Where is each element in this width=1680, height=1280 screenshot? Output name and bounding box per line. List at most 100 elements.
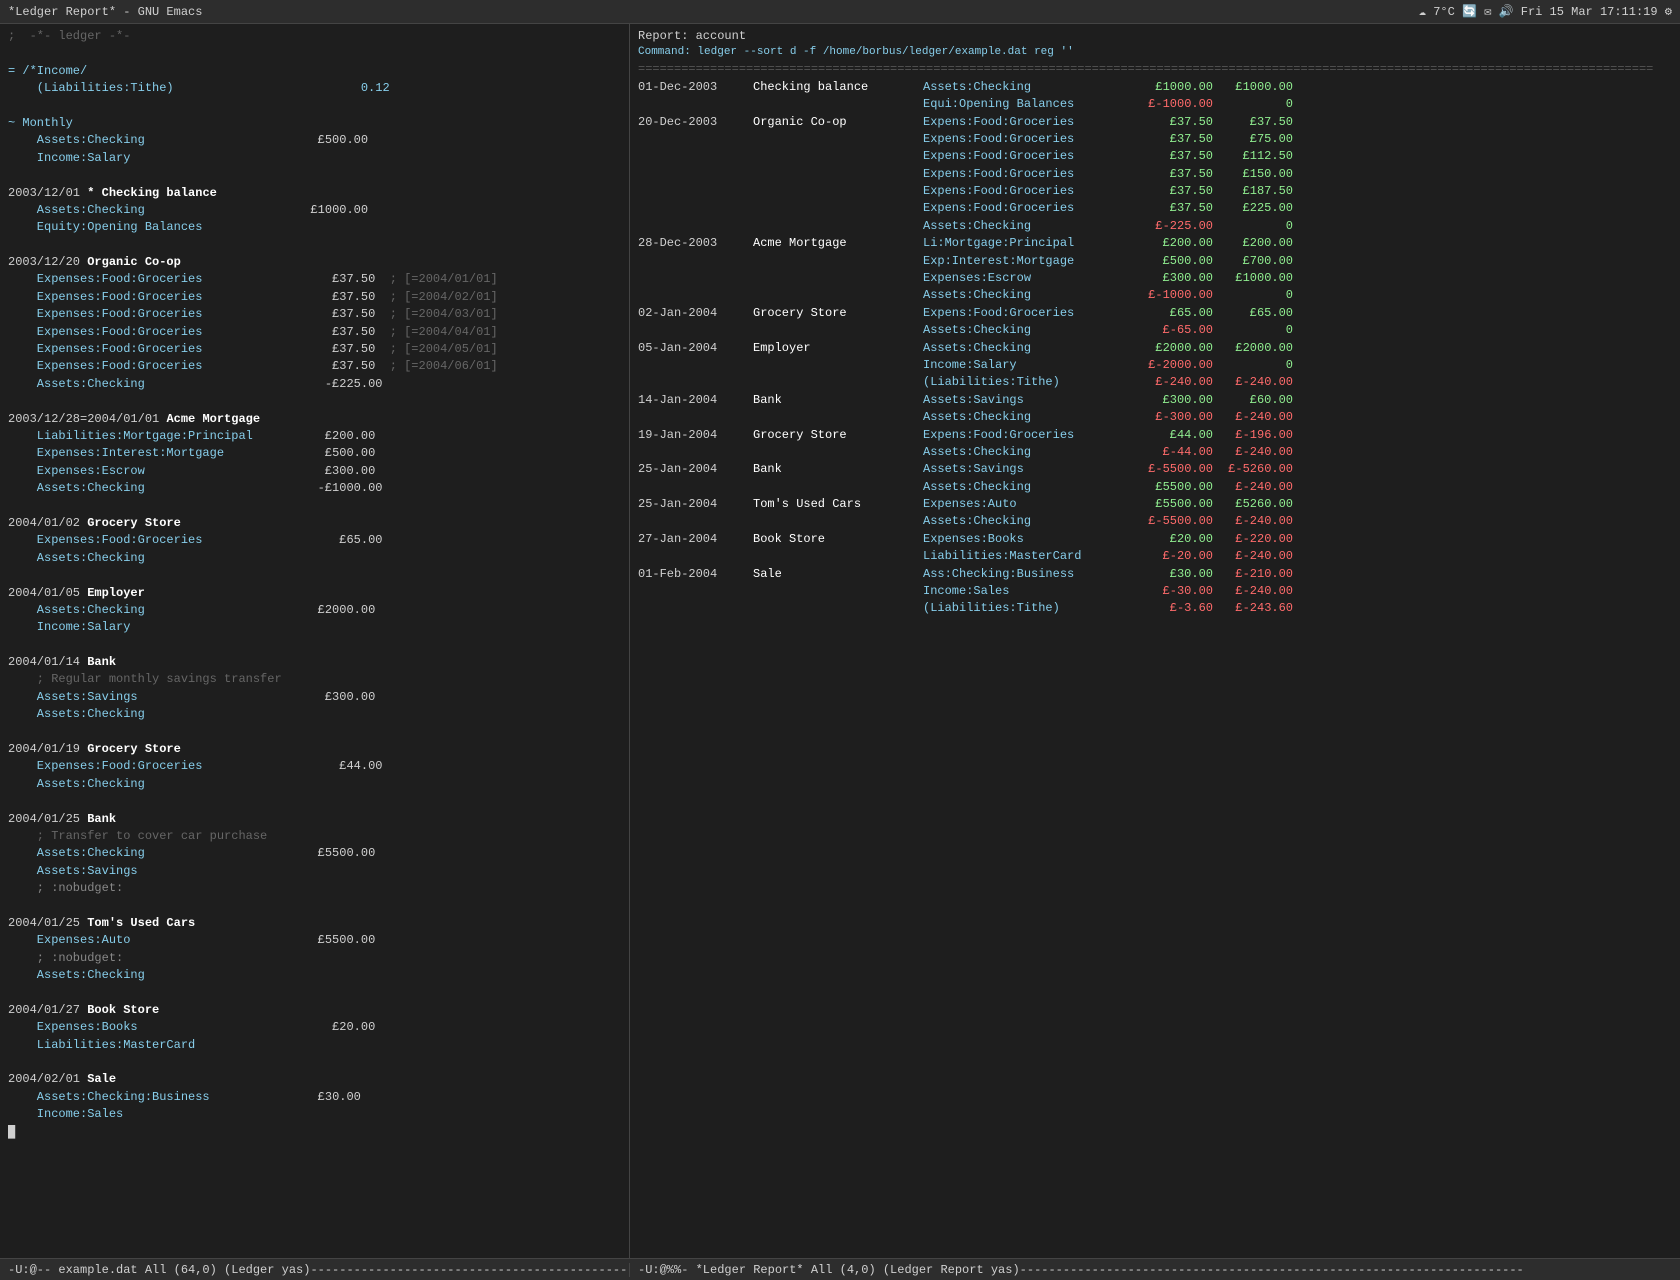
row-running: £700.00 bbox=[1213, 253, 1293, 270]
row-amount: £1000.00 bbox=[1133, 79, 1213, 96]
report-command: Command: ledger --sort d -f /home/borbus… bbox=[638, 45, 1672, 61]
row-date: 19-Jan-2004 bbox=[638, 427, 753, 444]
row-running: £187.50 bbox=[1213, 183, 1293, 200]
row-account: Expens:Food:Groceries bbox=[923, 427, 1133, 444]
row-account: Assets:Checking bbox=[923, 287, 1133, 304]
row-amount: £-5500.00 bbox=[1133, 513, 1213, 530]
window-title: *Ledger Report* - GNU Emacs bbox=[8, 5, 202, 19]
row-desc: Tom's Used Cars bbox=[753, 496, 923, 513]
row-date bbox=[638, 513, 753, 530]
row-account: (Liabilities:Tithe) bbox=[923, 600, 1133, 617]
row-desc bbox=[753, 166, 923, 183]
row-account: Liabilities:MasterCard bbox=[923, 548, 1133, 565]
row-date bbox=[638, 96, 753, 113]
row-date bbox=[638, 322, 753, 339]
row-running: 0 bbox=[1213, 96, 1293, 113]
row-account: Assets:Savings bbox=[923, 461, 1133, 478]
row-desc: Bank bbox=[753, 461, 923, 478]
row-running: 0 bbox=[1213, 218, 1293, 235]
row-running: £2000.00 bbox=[1213, 340, 1293, 357]
row-amount: £30.00 bbox=[1133, 566, 1213, 583]
main-container: ; -*- ledger -*- = /*Income/ (Liabilitie… bbox=[0, 24, 1680, 1258]
row-date bbox=[638, 218, 753, 235]
row-desc bbox=[753, 409, 923, 426]
row-date bbox=[638, 166, 753, 183]
row-account: Assets:Checking bbox=[923, 513, 1133, 530]
row-amount: £65.00 bbox=[1133, 305, 1213, 322]
row-account: Expens:Food:Groceries bbox=[923, 131, 1133, 148]
row-desc: Sale bbox=[753, 566, 923, 583]
row-amount: £-240.00 bbox=[1133, 374, 1213, 391]
row-desc: Checking balance bbox=[753, 79, 923, 96]
report-table: 01-Dec-2003Checking balance Assets:Check… bbox=[638, 79, 1672, 618]
row-amount: £5500.00 bbox=[1133, 496, 1213, 513]
table-row: Assets:Checking£-65.000 bbox=[638, 322, 1672, 339]
row-running: £-240.00 bbox=[1213, 548, 1293, 565]
row-account: Li:Mortgage:Principal bbox=[923, 235, 1133, 252]
row-running: £112.50 bbox=[1213, 148, 1293, 165]
row-running: 0 bbox=[1213, 322, 1293, 339]
row-account: Assets:Savings bbox=[923, 392, 1133, 409]
table-row: 25-Jan-2004Bank Assets:Savings£-5500.00£… bbox=[638, 461, 1672, 478]
row-date: 01-Feb-2004 bbox=[638, 566, 753, 583]
row-date bbox=[638, 270, 753, 287]
row-running: £200.00 bbox=[1213, 235, 1293, 252]
left-pane: ; -*- ledger -*- = /*Income/ (Liabilitie… bbox=[0, 24, 630, 1258]
table-row: Assets:Checking£-44.00£-240.00 bbox=[638, 444, 1672, 461]
row-running: £1000.00 bbox=[1213, 79, 1293, 96]
row-account: (Liabilities:Tithe) bbox=[923, 374, 1133, 391]
row-date: 20-Dec-2003 bbox=[638, 114, 753, 131]
table-row: 14-Jan-2004Bank Assets:Savings£300.00£60… bbox=[638, 392, 1672, 409]
row-account: Income:Sales bbox=[923, 583, 1133, 600]
row-running: £-240.00 bbox=[1213, 479, 1293, 496]
system-tray: ☁ 7°C 🔄 ✉ 🔊 Fri 15 Mar 17:11:19 ⚙ bbox=[1419, 4, 1672, 19]
row-desc bbox=[753, 270, 923, 287]
row-account: Expens:Food:Groceries bbox=[923, 148, 1133, 165]
table-row: Exp:Interest:Mortgage£500.00£700.00 bbox=[638, 253, 1672, 270]
status-right: -U:@%%- *Ledger Report* All (4,0) (Ledge… bbox=[630, 1263, 1680, 1277]
row-running: £-240.00 bbox=[1213, 409, 1293, 426]
right-editor[interactable]: Report: account Command: ledger --sort d… bbox=[630, 24, 1680, 1258]
title-bar: *Ledger Report* - GNU Emacs ☁ 7°C 🔄 ✉ 🔊 … bbox=[0, 0, 1680, 24]
table-row: Assets:Checking£-5500.00£-240.00 bbox=[638, 513, 1672, 530]
row-desc bbox=[753, 218, 923, 235]
row-amount: £2000.00 bbox=[1133, 340, 1213, 357]
row-account: Income:Salary bbox=[923, 357, 1133, 374]
table-row: (Liabilities:Tithe)£-3.60£-243.60 bbox=[638, 600, 1672, 617]
line-income-section: = /*Income/ bbox=[8, 63, 621, 80]
row-desc: Organic Co-op bbox=[753, 114, 923, 131]
row-date bbox=[638, 409, 753, 426]
row-amount: £-225.00 bbox=[1133, 218, 1213, 235]
row-amount: £-1000.00 bbox=[1133, 96, 1213, 113]
row-desc bbox=[753, 357, 923, 374]
table-row: Expens:Food:Groceries£37.50£187.50 bbox=[638, 183, 1672, 200]
row-account: Assets:Checking bbox=[923, 340, 1133, 357]
table-row: 05-Jan-2004Employer Assets:Checking£2000… bbox=[638, 340, 1672, 357]
row-amount: £-300.00 bbox=[1133, 409, 1213, 426]
row-amount: £-44.00 bbox=[1133, 444, 1213, 461]
row-amount: £500.00 bbox=[1133, 253, 1213, 270]
row-date: 25-Jan-2004 bbox=[638, 461, 753, 478]
row-amount: £-2000.00 bbox=[1133, 357, 1213, 374]
row-running: £-240.00 bbox=[1213, 444, 1293, 461]
left-editor[interactable]: ; -*- ledger -*- = /*Income/ (Liabilitie… bbox=[0, 24, 629, 1258]
row-account: Exp:Interest:Mortgage bbox=[923, 253, 1133, 270]
row-desc: Book Store bbox=[753, 531, 923, 548]
row-running: £5260.00 bbox=[1213, 496, 1293, 513]
table-row: Assets:Checking£-300.00£-240.00 bbox=[638, 409, 1672, 426]
row-account: Expens:Food:Groceries bbox=[923, 183, 1133, 200]
line-comment-ledger: ; -*- ledger -*- bbox=[8, 28, 621, 45]
row-date bbox=[638, 287, 753, 304]
row-date bbox=[638, 583, 753, 600]
table-row: Expens:Food:Groceries£37.50£150.00 bbox=[638, 166, 1672, 183]
report-label: Report: account bbox=[638, 28, 1672, 45]
row-amount: £-3.60 bbox=[1133, 600, 1213, 617]
row-desc: Grocery Store bbox=[753, 305, 923, 322]
row-running: £65.00 bbox=[1213, 305, 1293, 322]
row-amount: £37.50 bbox=[1133, 166, 1213, 183]
row-running: £1000.00 bbox=[1213, 270, 1293, 287]
row-desc bbox=[753, 583, 923, 600]
row-date bbox=[638, 374, 753, 391]
row-date bbox=[638, 131, 753, 148]
row-account: Assets:Checking bbox=[923, 444, 1133, 461]
